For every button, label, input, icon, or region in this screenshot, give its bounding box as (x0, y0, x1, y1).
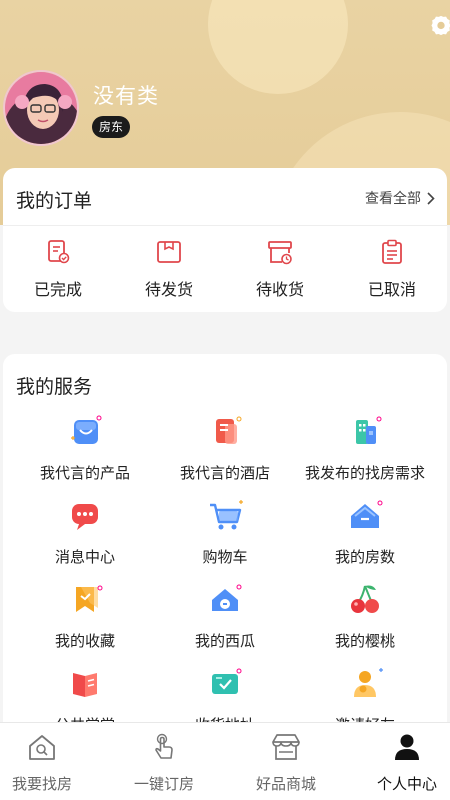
order-status-label: 已取消 (367, 280, 416, 299)
cherry-icon (351, 585, 379, 613)
tab-find-house[interactable]: 我要找房 (0, 723, 98, 800)
user-name: 没有类 (93, 84, 159, 108)
settings-gear-icon[interactable] (430, 14, 450, 36)
tab-personal-center[interactable]: 个人中心 (351, 723, 450, 800)
service-endorsed-hotels[interactable]: 我代言的酒店 (151, 410, 299, 483)
person-icon (395, 734, 419, 760)
order-completed-icon (48, 240, 70, 264)
store-icon (272, 734, 300, 760)
service-label: 我发布的找房需求 (304, 464, 425, 482)
house-coin-icon (212, 584, 242, 611)
order-status-label: 待发货 (144, 280, 193, 299)
building-icon (356, 416, 382, 444)
tab-good-products-mall[interactable]: 好品商城 (230, 723, 342, 800)
order-status-pending-receipt[interactable]: 待收货 (225, 238, 335, 300)
chevron-right-icon (427, 191, 435, 205)
house-search-icon (29, 735, 55, 760)
tab-label: 好品商城 (255, 775, 316, 793)
message-icon (72, 504, 98, 530)
services-card: 我的服务 我代言的产品 我代言的酒店 我发布的找房需求 消息中心 购物车 我的房… (3, 354, 447, 734)
service-label: 我代言的产品 (39, 464, 130, 482)
tap-hand-icon (155, 733, 173, 759)
address-icon (212, 668, 242, 694)
hotel-document-icon (216, 416, 242, 444)
service-label: 购物车 (202, 548, 248, 566)
tab-label: 一键订房 (133, 775, 194, 793)
service-label: 我代言的酒店 (179, 464, 270, 482)
view-all-label: 查看全部 (365, 191, 421, 207)
avatar[interactable] (3, 70, 79, 146)
order-status-label: 待收货 (255, 280, 304, 299)
service-house-requests[interactable]: 我发布的找房需求 (291, 410, 439, 483)
orders-title: 我的订单 (16, 190, 93, 212)
service-shopping-cart[interactable]: 购物车 (151, 494, 299, 567)
pending-shipment-icon (157, 241, 181, 263)
service-message-center[interactable]: 消息中心 (11, 494, 159, 567)
order-status-pending-shipment[interactable]: 待发货 (114, 238, 224, 300)
service-label: 消息中心 (54, 548, 115, 566)
tab-label: 个人中心 (376, 775, 437, 793)
service-my-houses[interactable]: 我的房数 (291, 494, 439, 567)
order-status-completed[interactable]: 已完成 (3, 238, 113, 300)
order-cancelled-icon (382, 239, 402, 264)
order-status-cancelled[interactable]: 已取消 (337, 238, 447, 300)
service-label: 我的收藏 (54, 632, 115, 650)
bookmark-icon (76, 585, 103, 612)
service-favorites[interactable]: 我的收藏 (11, 578, 159, 651)
decorative-circle (208, 0, 348, 94)
service-label: 我的房数 (334, 548, 395, 566)
bottom-tab-bar: 我要找房 一键订房 好品商城 个人中心 (0, 722, 450, 800)
shopping-bag-icon (71, 415, 102, 444)
services-title: 我的服务 (16, 376, 93, 398)
pending-receipt-icon (268, 241, 292, 265)
shopping-cart-icon (210, 500, 243, 530)
invite-friends-icon (354, 668, 383, 697)
service-endorsed-products[interactable]: 我代言的产品 (11, 410, 159, 483)
view-all-orders-link[interactable]: 查看全部 (365, 188, 435, 208)
service-my-watermelons[interactable]: 我的西瓜 (151, 578, 299, 651)
service-label: 我的西瓜 (194, 632, 255, 650)
tab-label: 我要找房 (11, 775, 72, 793)
book-icon (73, 673, 97, 697)
orders-card: 我的订单 查看全部 已完成 待发货 待收货 已取消 (3, 168, 447, 312)
order-status-label: 已完成 (33, 280, 82, 299)
divider (3, 225, 447, 226)
role-badge: 房东 (92, 116, 131, 138)
service-my-cherries[interactable]: 我的樱桃 (291, 578, 439, 651)
service-label: 我的樱桃 (334, 632, 395, 650)
tab-one-click-booking[interactable]: 一键订房 (108, 723, 220, 800)
house-icon (351, 500, 383, 528)
